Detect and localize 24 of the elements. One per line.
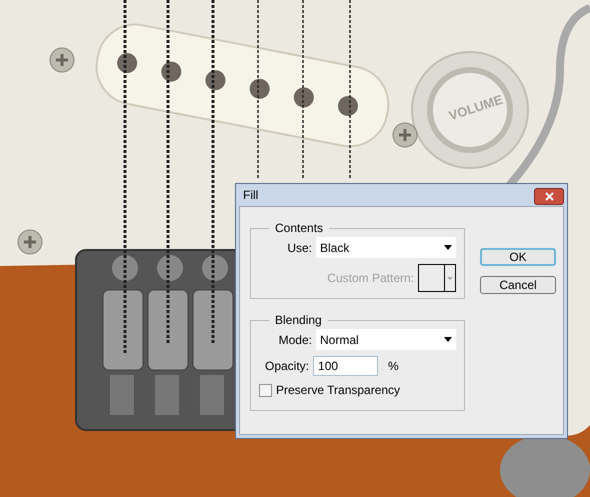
field-label: Custom Pattern:: [327, 270, 414, 287]
close-button[interactable]: [534, 188, 564, 204]
dialog-button[interactable]: OK: [480, 248, 556, 266]
group-legend: Contents: [269, 219, 330, 237]
dialog-button[interactable]: Cancel: [480, 276, 556, 294]
caret-icon: [447, 276, 453, 280]
screw-icon: [18, 230, 42, 254]
opacity-field[interactable]: 100: [313, 356, 378, 376]
group-legend: Blending: [269, 311, 328, 329]
field-label: Use:: [287, 240, 312, 256]
checkbox-label: Preserve Transparency: [276, 382, 400, 399]
pattern-picker[interactable]: [418, 264, 456, 292]
screw-icon: [392, 122, 418, 148]
checkbox[interactable]: [259, 384, 272, 396]
field-label: Opacity:: [265, 358, 310, 375]
mode-dropdown[interactable]: Normal: [316, 329, 456, 350]
screw-icon: [50, 48, 74, 72]
close-icon: [544, 192, 554, 200]
field-label: Mode:: [278, 332, 312, 348]
dialog-title: Fill: [243, 187, 258, 204]
unit-label: %: [388, 358, 399, 375]
caret-icon: [444, 245, 452, 250]
caret-icon: [444, 337, 452, 342]
use-dropdown[interactable]: Black: [316, 237, 456, 258]
